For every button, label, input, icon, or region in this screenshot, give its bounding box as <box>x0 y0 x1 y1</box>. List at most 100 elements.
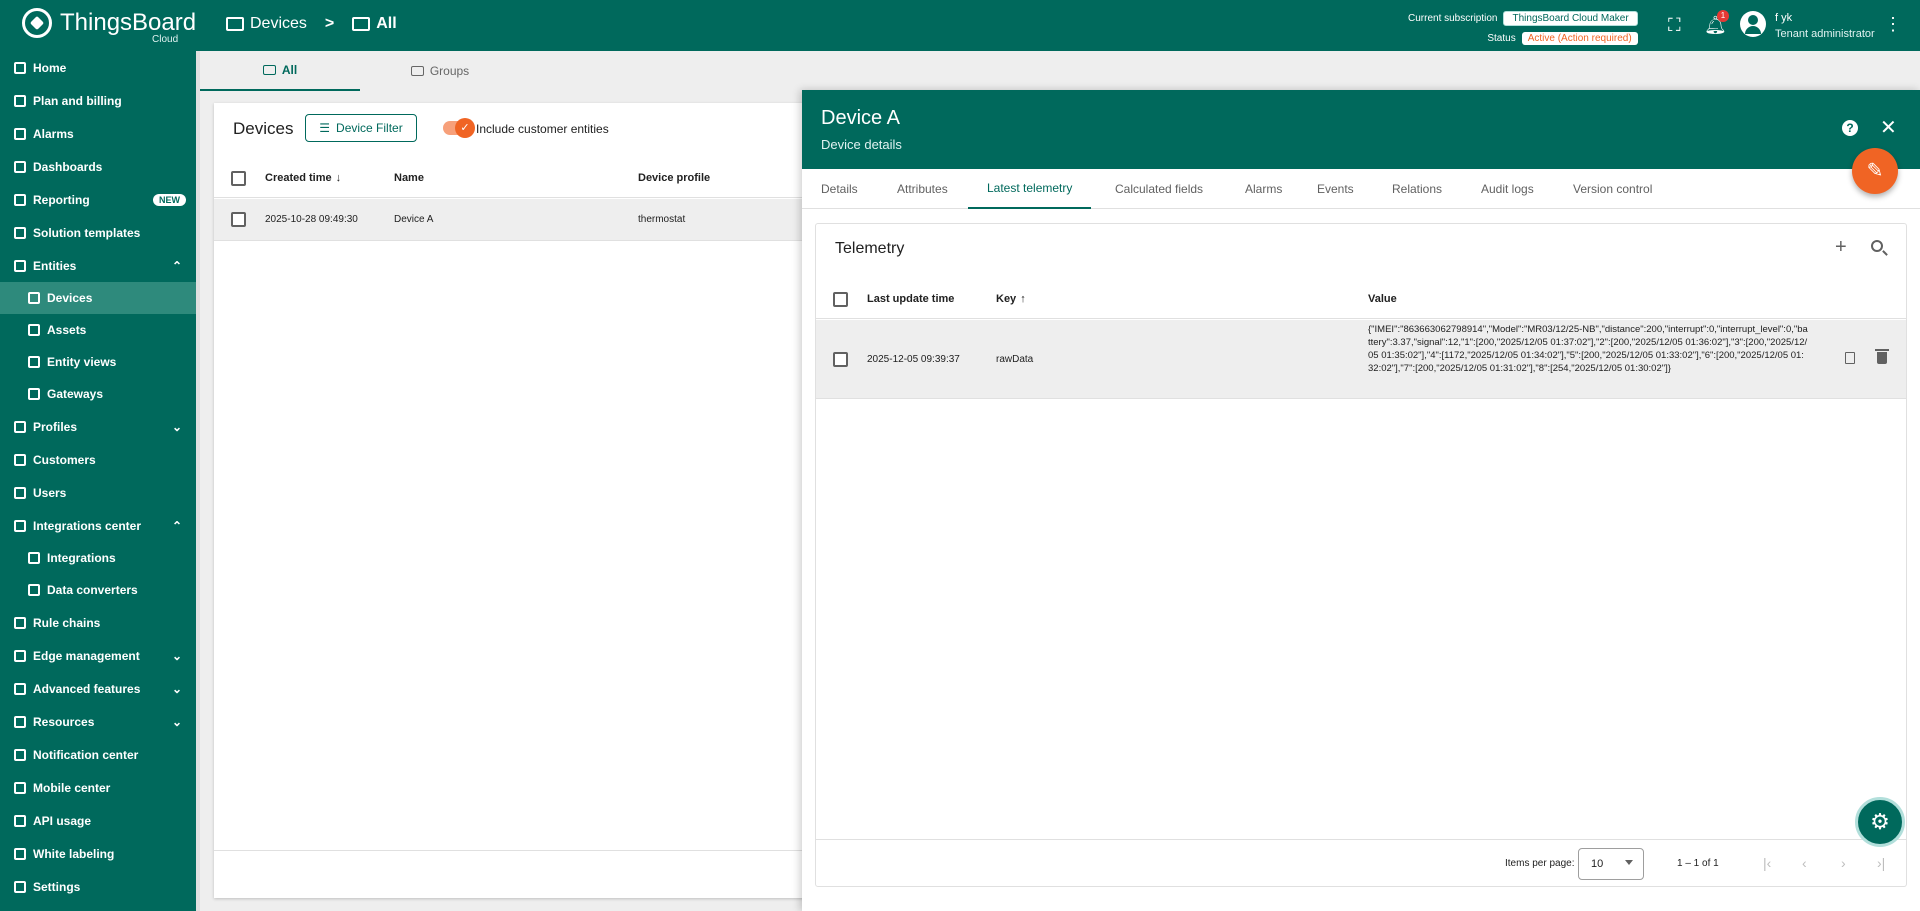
include-customer-entities-toggle[interactable] <box>443 118 475 138</box>
tab-latest-telemetry[interactable]: Latest telemetry <box>968 169 1092 209</box>
grid-icon <box>14 227 26 239</box>
sidebar-item-edge-management[interactable]: Edge management ⌄ <box>0 640 196 672</box>
tab-alarms[interactable]: Alarms <box>1226 169 1301 209</box>
sidebar-item-integrations[interactable]: Integrations <box>0 542 196 574</box>
close-icon[interactable]: ✕ <box>1880 115 1897 140</box>
sidebar-item-label: Rule chains <box>33 616 101 630</box>
sidebar-item-profiles[interactable]: Profiles ⌄ <box>0 411 196 443</box>
sidebar-item-gateways[interactable]: Gateways <box>0 378 196 410</box>
tab-relations[interactable]: Relations <box>1373 169 1461 209</box>
subscription-badge[interactable]: ThingsBoard Cloud Maker <box>1503 10 1638 26</box>
devices-icon <box>226 17 244 31</box>
last-page-icon[interactable]: ›| <box>1877 855 1885 871</box>
rule-chain-icon <box>14 617 26 629</box>
help-icon[interactable]: ? <box>1842 120 1858 136</box>
sidebar-item-plan-and-billing[interactable]: Plan and billing <box>0 85 196 117</box>
sidebar-scrollbar[interactable] <box>196 51 200 911</box>
tab-attributes[interactable]: Attributes <box>878 169 967 209</box>
row-checkbox[interactable] <box>231 212 246 227</box>
tab-version-control[interactable]: Version control <box>1554 169 1671 209</box>
sidebar-item-home[interactable]: Home <box>0 52 196 84</box>
column-created-time[interactable]: Created time ↓ <box>265 158 341 197</box>
dashboard-icon <box>14 161 26 173</box>
user-role: Tenant administrator <box>1775 28 1875 40</box>
sidebar-item-resources[interactable]: Resources ⌄ <box>0 706 196 738</box>
arrow-down-icon: ↓ <box>335 171 342 184</box>
sidebar-item-entity-views[interactable]: Entity views <box>0 346 196 378</box>
sidebar-item-devices[interactable]: Devices <box>0 282 196 314</box>
account-circle-icon[interactable] <box>1740 11 1766 37</box>
copy-icon[interactable] <box>1845 352 1855 364</box>
sidebar-item-dashboards[interactable]: Dashboards <box>0 151 196 183</box>
delete-icon[interactable] <box>1875 349 1889 364</box>
sidebar-item-label: Customers <box>33 453 96 467</box>
assistant-bot-icon[interactable]: ⚙ <box>1855 797 1905 847</box>
table-row[interactable]: 2025-12-05 09:39:37 rawData {"IMEI":"863… <box>816 320 1906 399</box>
sidebar-item-settings[interactable]: Settings <box>0 871 196 903</box>
key-cell: rawData <box>996 353 1034 365</box>
previous-page-icon[interactable]: ‹ <box>1802 855 1807 871</box>
more-vert-icon[interactable]: ⋮ <box>1884 14 1902 35</box>
settings-icon <box>14 881 26 893</box>
first-page-icon[interactable]: |‹ <box>1763 855 1771 871</box>
sidebar-item-alarms[interactable]: Alarms <box>0 118 196 150</box>
select-all-checkbox[interactable] <box>231 171 246 186</box>
sidebar-item-white-labeling[interactable]: White labeling <box>0 838 196 870</box>
device-filter-button[interactable]: ☰ Device Filter <box>305 114 417 142</box>
column-device-profile[interactable]: Device profile <box>638 158 710 197</box>
sidebar-item-label: Entity views <box>47 355 117 369</box>
column-last-update-time[interactable]: Last update time <box>867 279 954 318</box>
tab-audit-logs[interactable]: Audit logs <box>1462 169 1553 209</box>
telemetry-paginator: Items per page: 10 1 – 1 of 1 |‹ ‹ › ›| <box>816 839 1906 887</box>
search-icon[interactable] <box>1871 240 1883 252</box>
devices-title: Devices <box>233 119 294 138</box>
sidebar-item-rule-chains[interactable]: Rule chains <box>0 607 196 639</box>
row-checkbox[interactable] <box>833 352 848 367</box>
device-title: Device A <box>821 107 900 129</box>
sidebar-item-entities[interactable]: Entities ⌃ <box>0 250 196 282</box>
sidebar-item-solution-templates[interactable]: Solution templates <box>0 217 196 249</box>
devices-icon <box>410 66 424 76</box>
sidebar-item-assets[interactable]: Assets <box>0 314 196 346</box>
add-icon[interactable]: + <box>1835 236 1847 259</box>
sidebar-item-api-usage[interactable]: API usage <box>0 805 196 837</box>
tab-details[interactable]: Details <box>802 169 877 209</box>
tab-calculated-fields[interactable]: Calculated fields <box>1096 169 1222 209</box>
tab-groups[interactable]: Groups <box>360 51 520 91</box>
report-icon <box>14 194 26 206</box>
column-key[interactable]: Key ↑ <box>996 279 1026 318</box>
status-badge[interactable]: Active (Action required) <box>1521 31 1638 45</box>
column-value[interactable]: Value <box>1368 279 1397 318</box>
chevron-down-icon: ⌄ <box>171 649 182 663</box>
sidebar-item-label: Plan and billing <box>33 94 122 108</box>
next-page-icon[interactable]: › <box>1841 855 1846 871</box>
toggle-label: Include customer entities <box>476 122 609 136</box>
select-all-checkbox[interactable] <box>833 292 848 307</box>
sidebar-item-label: Settings <box>33 880 81 894</box>
range-label: 1 – 1 of 1 <box>1677 858 1719 869</box>
tab-all[interactable]: All <box>200 51 360 91</box>
sidebar-item-data-converters[interactable]: Data converters <box>0 574 196 606</box>
sidebar-item-label: Solution templates <box>33 226 141 240</box>
new-badge: NEW <box>153 194 186 206</box>
fullscreen-icon[interactable]: ⛶ <box>1668 15 1681 36</box>
entity-group-tabs: All Groups <box>200 51 1920 91</box>
breadcrumb-devices[interactable]: Devices <box>250 15 307 33</box>
sidebar-item-mobile-center[interactable]: Mobile center <box>0 772 196 804</box>
items-per-page-label: Items per page: <box>1505 858 1575 869</box>
sidebar-item-label: Reporting <box>33 193 90 207</box>
column-name[interactable]: Name <box>394 158 424 197</box>
sidebar-item-users[interactable]: Users <box>0 477 196 509</box>
name-cell: Device A <box>394 214 434 225</box>
chevron-down-icon: ⌄ <box>171 715 182 729</box>
items-per-page-select[interactable]: 10 <box>1578 848 1644 880</box>
sidebar-item-notification-center[interactable]: Notification center <box>0 739 196 771</box>
devices-all-icon <box>352 17 371 31</box>
tab-events[interactable]: Events <box>1298 169 1373 209</box>
sidebar-item-advanced-features[interactable]: Advanced features ⌄ <box>0 673 196 705</box>
column-label: Key <box>996 292 1017 305</box>
sidebar-item-label: Dashboards <box>33 160 103 174</box>
sidebar-item-integrations-center[interactable]: Integrations center ⌃ <box>0 510 196 542</box>
sidebar-item-customers[interactable]: Customers <box>0 444 196 476</box>
sidebar-item-reporting[interactable]: Reporting NEW <box>0 184 196 216</box>
